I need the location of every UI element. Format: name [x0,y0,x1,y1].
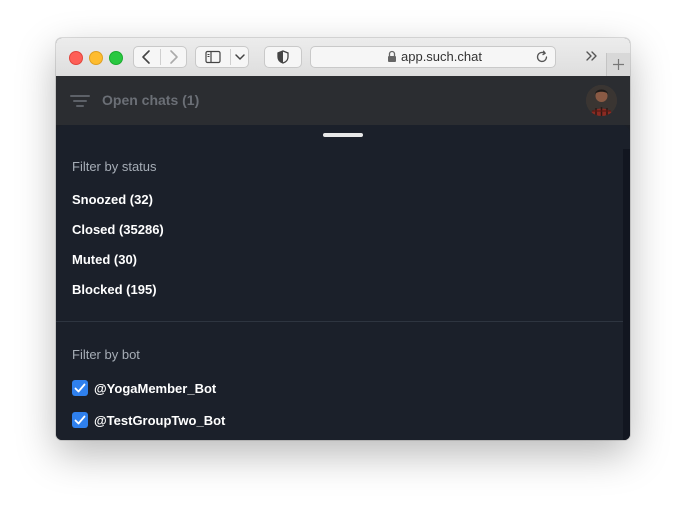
bot-label: @YogaMember_Bot [94,381,217,396]
page-title: Open chats (1) [102,92,200,108]
scrollbar[interactable] [623,149,630,440]
drag-handle[interactable] [323,133,363,137]
back-button[interactable] [134,47,160,67]
app-header: Open chats (1) [56,76,630,125]
sidebar-menu-button[interactable] [231,47,249,67]
sidebar-buttons [195,46,249,68]
navigation-buttons [133,46,187,68]
status-filter-snoozed[interactable]: Snoozed (32) [72,192,153,207]
user-photo [586,85,617,116]
checkbox-checked-icon [74,383,86,393]
filter-sheet: Filter by status Snoozed (32) Closed (35… [56,125,630,440]
more-icon[interactable] [584,49,600,63]
address-url: app.such.chat [401,49,482,64]
filter-icon [70,95,90,107]
status-filter-blocked[interactable]: Blocked (195) [72,282,157,297]
browser-window: app.such.chat Open chats (1) Filter by s… [56,38,630,440]
lock-icon [388,50,396,62]
divider [56,321,623,322]
privacy-report-button[interactable] [264,46,302,68]
filter-button[interactable] [68,89,92,113]
close-window-button[interactable] [69,51,83,65]
chevron-down-icon [235,54,245,60]
forward-button[interactable] [161,47,187,67]
minimize-window-button[interactable] [89,51,103,65]
status-filter-muted[interactable]: Muted (30) [72,252,137,267]
checkbox-checked-icon [74,415,86,425]
bot-label: @TestGroupTwo_Bot [94,413,226,428]
browser-toolbar: app.such.chat [56,38,630,77]
new-tab-button[interactable] [606,53,630,76]
status-filter-heading: Filter by status [72,159,157,174]
sidebar-toggle-button[interactable] [196,47,230,67]
reload-icon[interactable] [535,50,549,64]
plus-icon [613,59,624,70]
avatar[interactable] [586,85,617,116]
bot-filter-heading: Filter by bot [72,347,140,362]
bot-checkbox[interactable] [72,380,88,396]
forward-icon [170,50,178,64]
address-bar[interactable]: app.such.chat [310,46,556,68]
status-filter-closed[interactable]: Closed (35286) [72,222,164,237]
shield-icon [277,50,289,64]
back-icon [142,50,150,64]
sidebar-icon [205,50,221,64]
zoom-window-button[interactable] [109,51,123,65]
bot-checkbox[interactable] [72,412,88,428]
